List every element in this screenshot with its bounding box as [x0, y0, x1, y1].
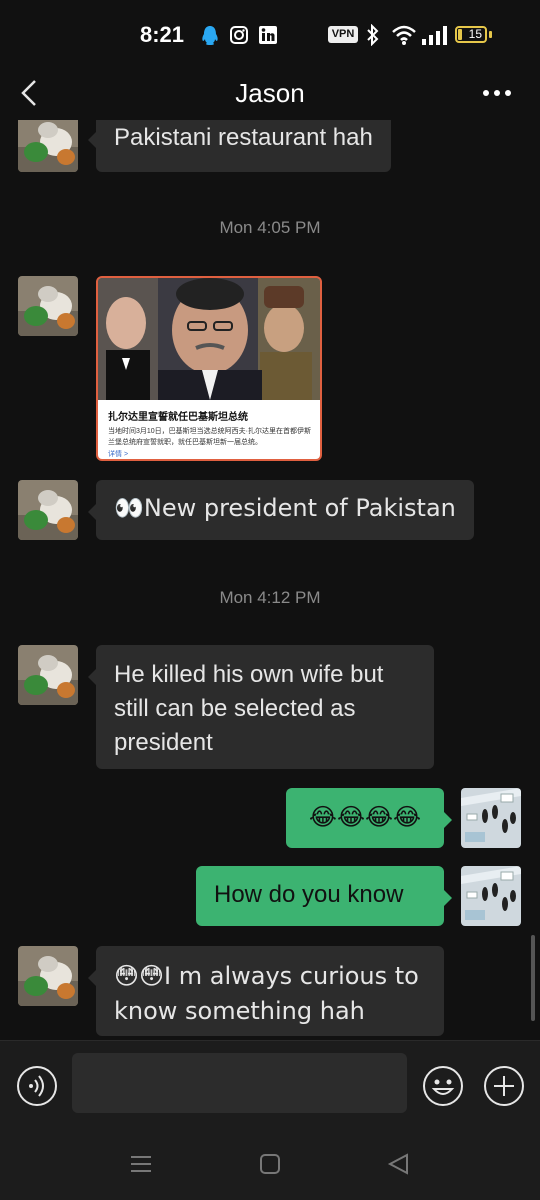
news-photo	[98, 278, 320, 400]
avatar-jason[interactable]	[18, 276, 78, 336]
message-bubble-outgoing[interactable]: How do you know	[196, 866, 452, 926]
news-card-details-link[interactable]: 详情 >	[108, 449, 128, 459]
status-bar: 8:21 VPN 15	[0, 0, 540, 70]
chat-header: Jason	[0, 70, 540, 120]
more-dots-icon[interactable]	[480, 80, 514, 106]
plus-icon[interactable]	[483, 1065, 525, 1107]
avatar-me[interactable]	[461, 788, 521, 848]
voice-icon[interactable]	[16, 1065, 58, 1107]
bluetooth-icon	[367, 24, 379, 46]
emoji-icon[interactable]	[422, 1065, 464, 1107]
chat-scrollbar[interactable]	[531, 935, 535, 1021]
avatar-me[interactable]	[461, 866, 521, 926]
chat-messages[interactable]: Pakistani restaurant hah Mon 4:05 PM 扎尔达…	[0, 120, 540, 1040]
news-card[interactable]: 扎尔达里宣誓就任巴基斯坦总统 当地时间3月10日，巴基斯坦当选总统阿西夫·扎尔达…	[96, 276, 322, 461]
message-text: 👀New president of Pakistan	[114, 494, 456, 522]
home-icon[interactable]	[256, 1150, 284, 1178]
battery-level: 15	[468, 27, 482, 41]
message-input[interactable]	[72, 1053, 407, 1113]
back-icon[interactable]	[385, 1150, 413, 1178]
message-bubble-incoming[interactable]: Pakistani restaurant hah	[88, 120, 391, 172]
news-card-summary: 当地时间3月10日，巴基斯坦当选总统阿西夫·扎尔达里在首都伊斯兰堡总统府宣誓就职…	[108, 428, 312, 446]
message-text: How do you know	[214, 881, 404, 908]
avatar-jason[interactable]	[18, 480, 78, 540]
system-nav-bar	[0, 1130, 540, 1200]
linkedin-icon	[259, 26, 277, 44]
message-bubble-outgoing[interactable]: 😂😂😂😂	[286, 788, 452, 848]
message-bubble-incoming[interactable]: 😳😳I m always curious to know something h…	[88, 946, 444, 1036]
instagram-icon	[230, 26, 248, 44]
qq-icon	[202, 26, 218, 45]
menu-icon[interactable]	[127, 1150, 155, 1178]
message-text: Pakistani restaurant hah	[114, 124, 373, 151]
avatar-jason[interactable]	[18, 645, 78, 705]
battery-tip	[489, 31, 492, 38]
battery-icon: 15	[455, 26, 487, 43]
avatar-jason[interactable]	[18, 946, 78, 1006]
input-bar	[0, 1040, 540, 1131]
chat-title: Jason	[235, 78, 305, 108]
wifi-icon	[392, 25, 416, 45]
message-bubble-incoming[interactable]: He killed his own wife but still can be …	[88, 645, 434, 769]
message-timestamp: Mon 4:05 PM	[219, 218, 321, 237]
status-time: 8:21	[140, 22, 185, 47]
message-text: 😂😂😂😂	[308, 803, 422, 831]
message-text: He killed his own wife but still can be …	[114, 661, 384, 756]
vpn-icon: VPN	[328, 26, 358, 43]
battery-fill	[458, 29, 462, 40]
news-card-title: 扎尔达里宣誓就任巴基斯坦总统	[108, 412, 248, 423]
message-bubble-incoming[interactable]: 👀New president of Pakistan	[88, 480, 474, 540]
message-timestamp: Mon 4:12 PM	[219, 588, 321, 607]
message-text: 😳😳I m always curious to know something h…	[114, 962, 419, 1025]
signal-icon	[422, 26, 447, 45]
avatar-jason[interactable]	[18, 120, 78, 172]
